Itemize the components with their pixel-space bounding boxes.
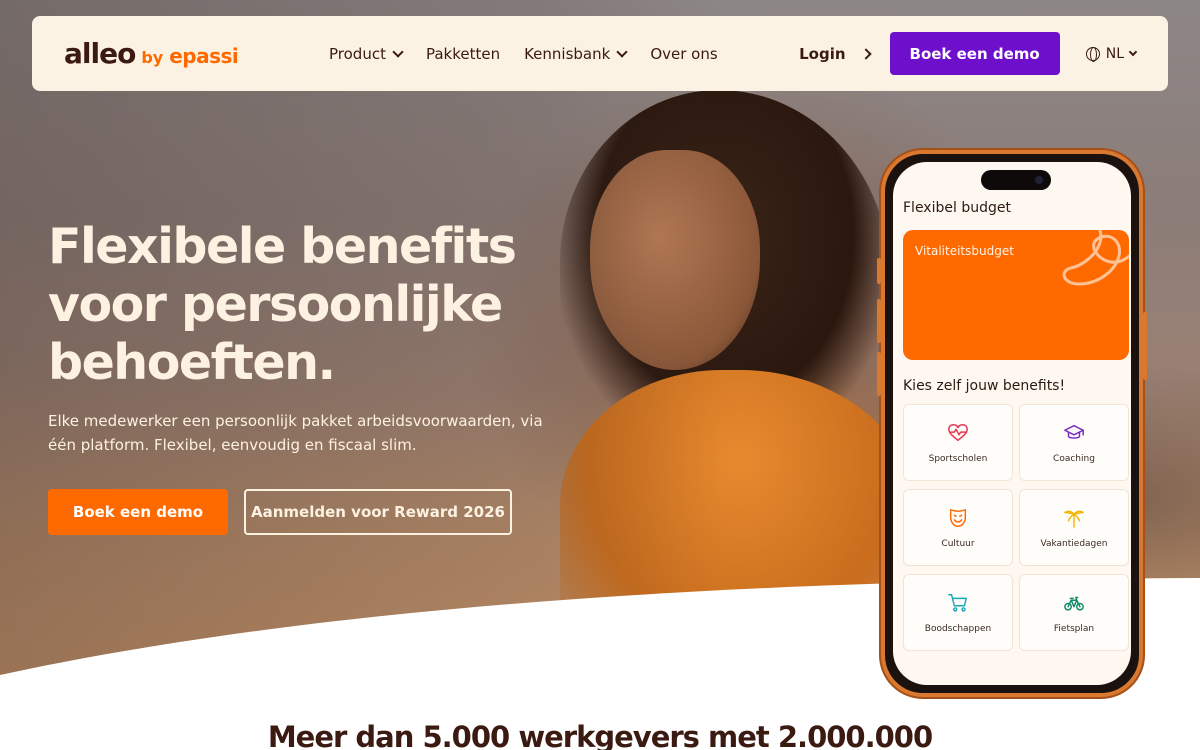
- nav-item-kennisbank[interactable]: Kennisbank: [524, 44, 628, 63]
- hero-headline: Flexibele benefits voor persoonlijke beh…: [48, 218, 588, 392]
- benefit-tile-fietsplan[interactable]: Fietsplan: [1019, 574, 1129, 651]
- phone-side-button: [877, 299, 881, 343]
- logo-brand-text: epassi: [169, 44, 239, 68]
- chevron-down-icon: [1128, 47, 1138, 57]
- nav-item-label: Kennisbank: [524, 44, 611, 63]
- nav-item-pakketten[interactable]: Pakketten: [426, 45, 500, 63]
- palm-tree-icon: [1064, 510, 1084, 528]
- benefit-tile-label: Cultuur: [941, 538, 975, 549]
- logo-by-text: by: [141, 48, 164, 67]
- heart-pulse-icon: [948, 423, 968, 441]
- headline-line: voor persoonlijke: [48, 276, 503, 333]
- language-selector[interactable]: NL: [1085, 45, 1138, 62]
- nav-item-label: Pakketten: [425, 44, 501, 63]
- benefit-tile-label: Vakantiedagen: [1040, 538, 1108, 549]
- chevron-right-icon[interactable]: [859, 47, 872, 60]
- book-demo-button[interactable]: Boek een demo: [48, 489, 228, 535]
- nav-item-product[interactable]: Product: [329, 44, 404, 63]
- book-demo-nav-button[interactable]: Boek een demo: [889, 32, 1060, 75]
- benefit-tile-sportscholen[interactable]: Sportscholen: [903, 404, 1013, 481]
- alleo-logo[interactable]: alleo by epassi: [64, 37, 329, 70]
- hero-subtext: Elke medewerker een persoonlijk pakket a…: [48, 412, 543, 454]
- headline-line: behoeften.: [48, 334, 336, 391]
- budget-card-label: Vitaliteitsbudget: [915, 244, 1014, 258]
- benefits-grid: Sportscholen Coaching Cultuur Vakantieda…: [903, 404, 1129, 651]
- benefit-tile-cultuur[interactable]: Cultuur: [903, 489, 1013, 566]
- nav-menu: Product Pakketten Kennisbank Over ons: [329, 45, 718, 63]
- chevron-down-icon: [616, 45, 628, 58]
- nav-item-label: Product: [329, 44, 386, 63]
- language-label: NL: [1105, 45, 1124, 62]
- logo-text: alleo: [64, 37, 136, 70]
- login-link[interactable]: Login: [799, 45, 845, 63]
- phone-side-button: [877, 258, 881, 284]
- vitality-budget-card[interactable]: Vitaliteitsbudget: [903, 230, 1129, 360]
- benefit-tile-label: Fietsplan: [1053, 623, 1095, 634]
- stats-section-title: Meer dan 5.000 werkgevers met 2.000.000: [267, 720, 933, 750]
- dynamic-island: [981, 170, 1051, 190]
- phone-side-button: [877, 352, 881, 396]
- phone-title: Flexibel budget: [903, 200, 1011, 216]
- benefit-tile-label: Coaching: [1053, 453, 1095, 464]
- phone-screen: Flexibel budget Vitaliteitsbudget Kies z…: [893, 162, 1131, 685]
- nav-actions: Login Boek een demo NL: [799, 32, 1138, 75]
- benefit-tile-coaching[interactable]: Coaching: [1019, 404, 1129, 481]
- globe-icon: [1085, 46, 1100, 62]
- graduation-cap-icon: [1064, 424, 1084, 439]
- register-reward-button[interactable]: Aanmelden voor Reward 2026: [244, 489, 512, 535]
- benefit-tile-vakantiedagen[interactable]: Vakantiedagen: [1019, 489, 1129, 566]
- benefit-tile-label: Sportscholen: [928, 453, 988, 464]
- benefit-tile-label: Boodschappen: [924, 623, 992, 634]
- swirl-decoration-icon: [1062, 230, 1129, 286]
- phone-subtitle: Kies zelf jouw benefits!: [903, 378, 1066, 394]
- shopping-cart-icon: [948, 593, 967, 612]
- top-navbar: alleo by epassi Product Pakketten Kennis…: [32, 16, 1168, 91]
- nav-item-label: Over ons: [650, 44, 718, 63]
- chevron-down-icon: [392, 45, 404, 58]
- nav-item-over-ons[interactable]: Over ons: [650, 45, 717, 63]
- bicycle-icon: [1064, 596, 1084, 611]
- phone-side-button: [1143, 312, 1147, 380]
- theater-mask-icon: [949, 508, 967, 527]
- headline-line: Flexibele benefits: [48, 218, 517, 275]
- phone-mockup: Flexibel budget Vitaliteitsbudget Kies z…: [877, 150, 1147, 697]
- benefit-tile-boodschappen[interactable]: Boodschappen: [903, 574, 1013, 651]
